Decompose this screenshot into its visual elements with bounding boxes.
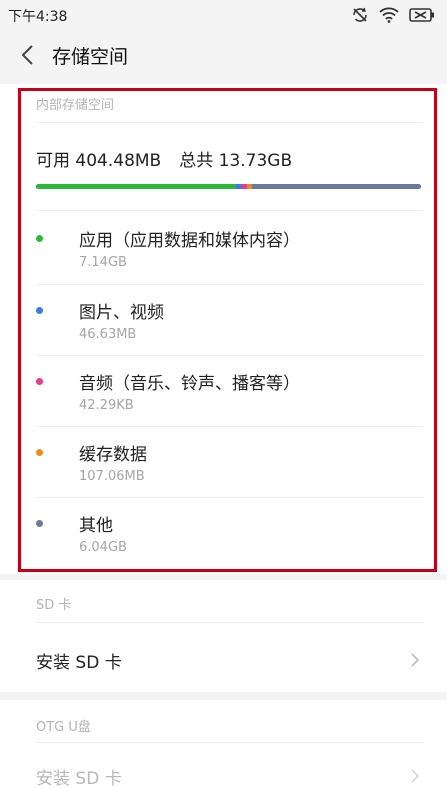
usage-bar <box>36 184 421 189</box>
divider <box>36 210 423 211</box>
divider <box>36 426 423 427</box>
category-item-other[interactable]: 其他 6.04GB <box>0 499 447 569</box>
divider <box>36 355 423 356</box>
install-otg-label: 安装 SD 卡 <box>36 769 122 788</box>
category-item-photos-videos[interactable]: 图片、视频 46.63MB <box>0 286 447 356</box>
category-name: 应用（应用数据和媒体内容） <box>79 231 300 251</box>
category-name: 其他 <box>79 516 113 536</box>
category-item-audio[interactable]: 音频（音乐、铃声、播客等） 42.29KB <box>0 357 447 427</box>
divider <box>36 122 423 123</box>
wifi-icon <box>379 7 399 23</box>
sync-off-icon <box>351 6 369 24</box>
usage-bar-segment <box>36 184 237 189</box>
category-dot <box>36 520 43 527</box>
category-size: 7.14GB <box>79 255 127 270</box>
chevron-left-icon[interactable] <box>12 38 42 72</box>
divider <box>36 284 423 285</box>
divider <box>36 742 423 743</box>
category-item-cache[interactable]: 缓存数据 107.06MB <box>0 428 447 498</box>
category-size: 6.04GB <box>79 540 127 555</box>
otg-label: OTG U盘 <box>36 720 91 735</box>
page-title: 存储空间 <box>52 46 129 68</box>
available-space: 可用 404.48MB <box>36 151 162 171</box>
category-name: 缓存数据 <box>79 445 147 465</box>
divider <box>36 497 423 498</box>
category-name: 图片、视频 <box>79 303 164 323</box>
chevron-right-icon <box>405 650 425 670</box>
install-otg-button[interactable]: 安装 SD 卡 <box>0 748 447 788</box>
title-bar: 存储空间 <box>0 30 447 80</box>
category-dot <box>36 307 43 314</box>
status-bar: 下午4:38 <box>0 0 447 30</box>
install-sd-card-button[interactable]: 安装 SD 卡 <box>0 632 447 688</box>
status-time: 下午4:38 <box>8 9 68 25</box>
category-size: 46.63MB <box>79 327 137 342</box>
sd-card-label: SD 卡 <box>36 598 72 613</box>
internal-storage-label: 内部存储空间 <box>36 98 115 113</box>
storage-summary: 可用 404.48MB 总共 13.73GB <box>36 146 292 171</box>
category-item-apps[interactable]: 应用（应用数据和媒体内容） 7.14GB <box>0 214 447 284</box>
divider <box>36 622 423 623</box>
category-size: 42.29KB <box>79 398 134 413</box>
total-space: 总共 13.73GB <box>179 151 293 171</box>
category-name: 音频（音乐、铃声、播客等） <box>79 374 300 394</box>
install-sd-card-label: 安装 SD 卡 <box>36 653 122 673</box>
category-size: 107.06MB <box>79 469 145 484</box>
category-dot <box>36 449 43 456</box>
usage-bar-segment <box>252 184 421 189</box>
status-icons <box>351 4 435 26</box>
category-dot <box>36 235 43 242</box>
battery-icon <box>409 8 435 22</box>
category-dot <box>36 378 43 385</box>
chevron-right-icon <box>405 766 425 786</box>
